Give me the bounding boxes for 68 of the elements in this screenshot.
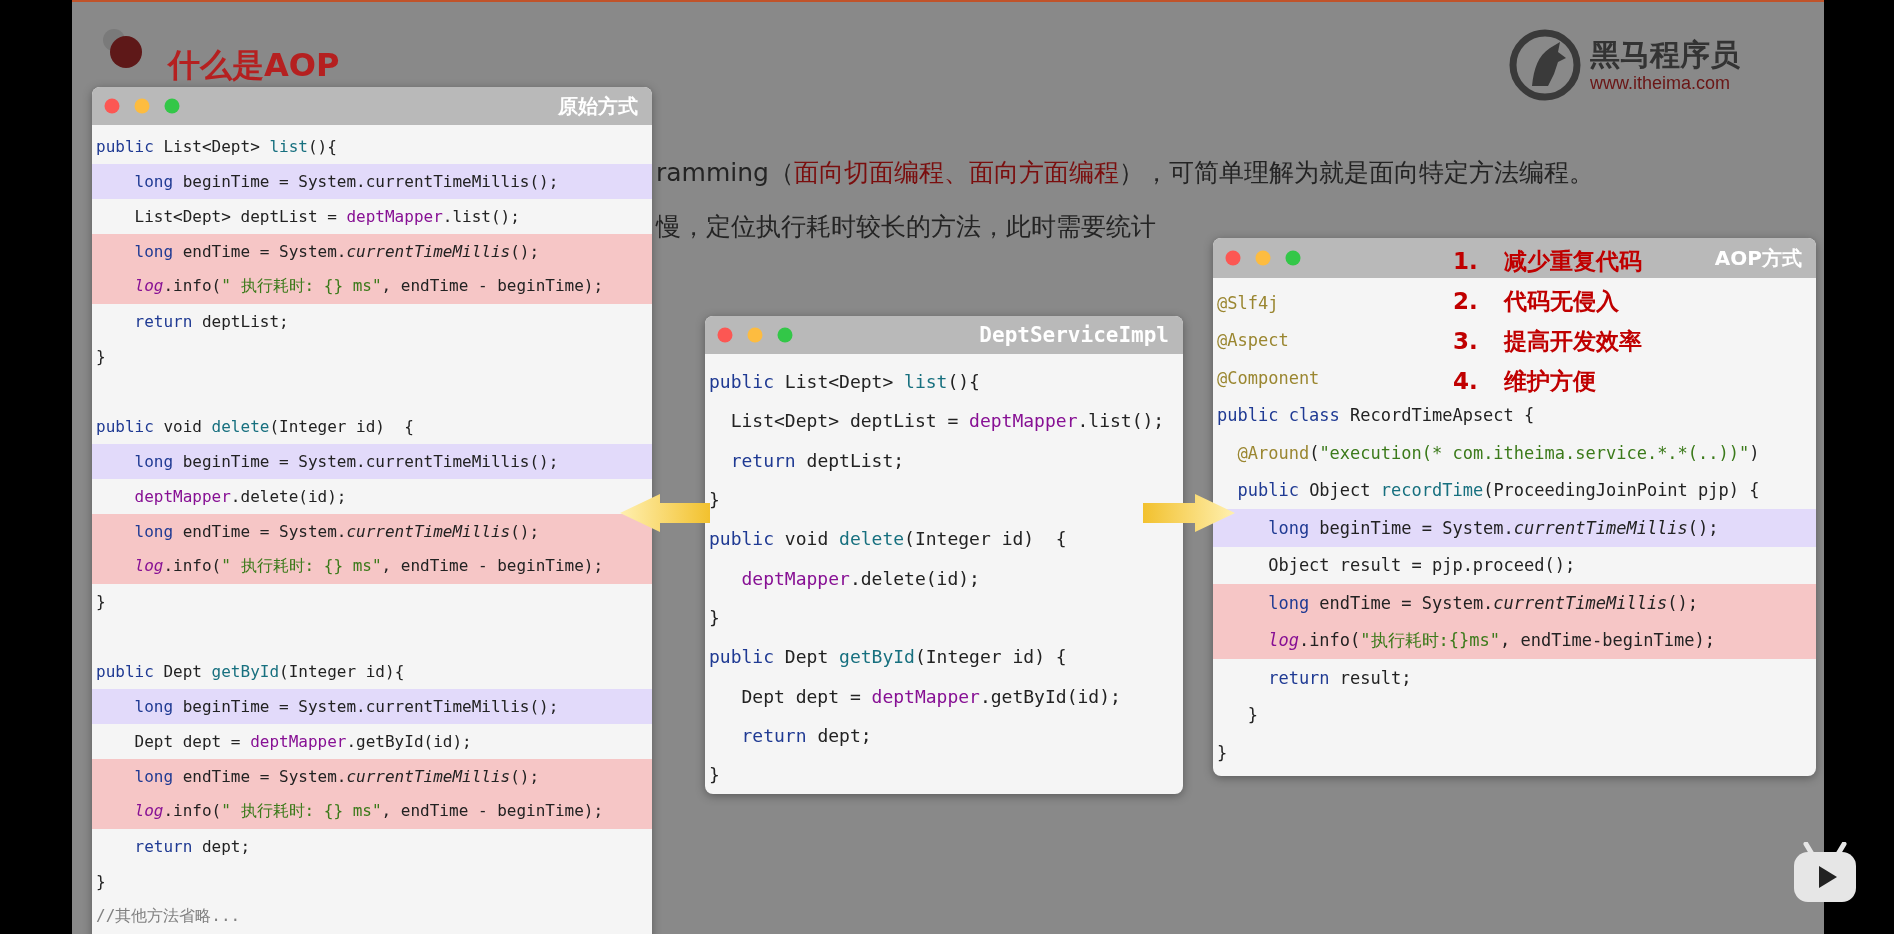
window-controls-icon[interactable] [1225,250,1301,266]
window-title: 原始方式 [558,92,638,120]
code-line: //其他方法省略... [96,906,241,927]
scenario-text: 慢，定位执行耗时较长的方法，此时需要统计 [656,211,1156,243]
code-line: public Dept getById(Integer id) { [709,646,1067,668]
list-number: 1. [1453,248,1478,274]
brand-url: www.itheima.com [1590,72,1732,94]
code-line: Dept dept = deptMapper.getById(id); [740,685,1121,707]
code-line: @Component [1217,367,1320,388]
code-line: public class RecordTimeApsect { [1217,405,1535,426]
code-line: public Object recordTime(ProceedingJoinPoint pjp) { [1236,480,1760,501]
arrow-icon [620,494,710,532]
code-line: log.info(" 执行耗时: {} ms", endTime - beginTime); [133,276,604,297]
code-line: public void delete(Integer id) { [96,417,414,436]
window-title: DeptServiceImpl [979,323,1169,347]
code-line: @Aspect [1217,330,1289,351]
horse-logo-icon [1508,28,1582,102]
tv-play-icon[interactable] [1792,842,1858,904]
code-line: long beginTime = System.currentTimeMillis(); [133,697,559,716]
code-line: public void delete(Integer id) { [709,528,1067,550]
list-number: 2. [1453,288,1478,314]
code-line: @Slf4j [1217,292,1279,313]
code-line: } [96,347,106,366]
code-line: deptMapper.delete(id); [740,567,980,589]
code-line: public List<Dept> list(){ [709,371,980,393]
code-line: Dept dept = deptMapper.getById(id); [133,732,472,751]
code-line: log.info("执行耗时:{}ms", endTime-beginTime); [1267,628,1715,652]
code-line: return dept; [133,837,251,856]
code-line: return deptList; [729,449,905,471]
code-line: return dept; [740,724,872,746]
code-line: } [709,764,720,786]
window-controls-icon[interactable] [717,327,793,343]
window-controls-icon[interactable] [104,98,180,114]
code-line: } [1246,705,1258,726]
list-number: 3. [1453,328,1478,354]
code-line: } [709,606,720,628]
code-line: } [1217,742,1228,763]
benefit-text: 提高开发效率 [1503,326,1642,356]
brand-name: 黑马程序员 [1590,36,1740,73]
list-number: 4. [1453,368,1478,394]
code-line: long beginTime = System.currentTimeMillis(); [133,172,559,191]
code-line: } [96,872,106,891]
benefit-text: 减少重复代码 [1503,246,1642,276]
code-line: } [709,489,720,511]
window-title: AOP方式 [1714,244,1802,272]
code-line: @Around("execution(* com.itheima.service.*.*(..))") [1236,442,1760,463]
slide-title: 什么是AOP [168,45,340,86]
code-line: public Dept getById(Integer id){ [96,662,405,681]
code-line: long endTime = System.currentTimeMillis(); [1267,592,1699,613]
code-line: long endTime = System.currentTimeMillis(); [133,242,540,261]
code-line: } [96,592,106,611]
code-line: return result; [1267,667,1412,688]
benefit-text: 维护方便 [1503,366,1596,396]
code-line: List<Dept> deptList = deptMapper.list(); [133,207,520,226]
code-line: long beginTime = System.currentTimeMillis(); [1267,517,1719,538]
code-line: return deptList; [133,312,289,331]
code-line: Object result = pjp.proceed(); [1267,555,1576,576]
intro-text: ramming（面向切面编程、面向方面编程），可简单理解为就是面向特定方法编程。 [656,157,1594,189]
code-line: long endTime = System.currentTimeMillis(); [133,522,540,541]
code-line: log.info(" 执行耗时: {} ms", endTime - beginTime); [133,556,604,577]
code-line: long endTime = System.currentTimeMillis(); [133,767,540,786]
code-line: deptMapper.delete(id); [133,487,347,506]
code-line: public List<Dept> list(){ [96,137,337,156]
arrow-icon [1143,494,1235,532]
benefit-text: 代码无侵入 [1503,286,1619,316]
code-line: long beginTime = System.currentTimeMillis(); [133,452,559,471]
code-line: List<Dept> deptList = deptMapper.list(); [729,410,1165,432]
code-line: log.info(" 执行耗时: {} ms", endTime - beginTime); [133,801,604,822]
